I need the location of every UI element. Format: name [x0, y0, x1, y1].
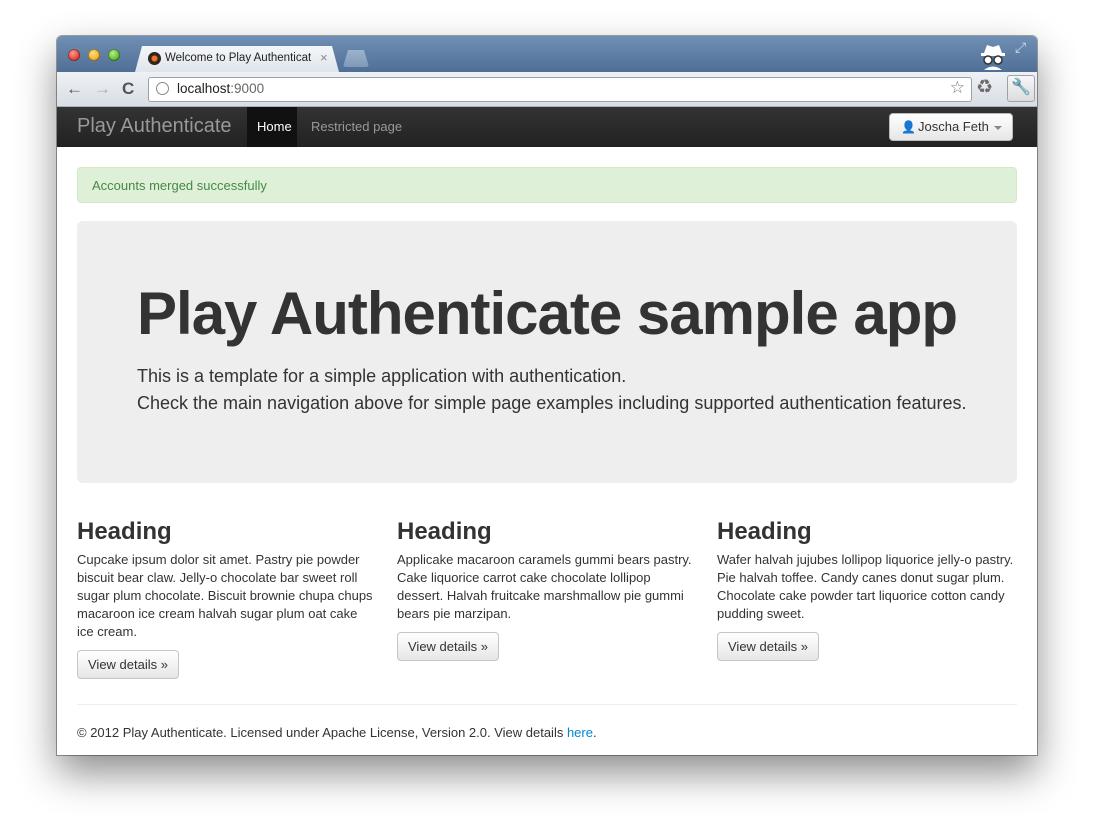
tab-title: Welcome to Play Authenticat — [165, 52, 312, 64]
hero-line-2: Check the main navigation above for simp… — [137, 393, 967, 413]
tab-close-icon[interactable]: × — [320, 50, 328, 65]
footer-link[interactable]: here — [567, 725, 593, 740]
window-maximize-button[interactable] — [108, 49, 120, 61]
window-minimize-button[interactable] — [88, 49, 100, 61]
browser-window: Welcome to Play Authenticat × ⤢ ← → C lo… — [57, 36, 1037, 755]
forward-arrow-icon[interactable]: → — [94, 79, 111, 99]
alert-text: Accounts merged successfully — [92, 178, 267, 193]
favicon-icon — [148, 52, 161, 65]
hero-unit: Play Authenticate sample app This is a t… — [77, 221, 1017, 483]
url-port: :9000 — [230, 81, 265, 96]
reload-icon[interactable]: C — [122, 79, 134, 99]
column-heading: Heading — [397, 518, 492, 545]
footer: © 2012 Play Authenticate. Licensed under… — [77, 725, 597, 740]
incognito-icon — [981, 45, 1005, 70]
tab-strip: Welcome to Play Authenticat × ⤢ — [57, 36, 1037, 72]
wrench-icon[interactable]: 🔧 — [1007, 75, 1035, 102]
column-2: Heading Applicake macaroon caramels gumm… — [397, 518, 697, 661]
column-text: Wafer halvah jujubes lollipop liquorice … — [717, 552, 1014, 621]
new-tab-button[interactable] — [343, 50, 369, 67]
expand-icon[interactable]: ⤢ — [1015, 39, 1026, 56]
footer-period: . — [592, 725, 597, 740]
column-1: Heading Cupcake ipsum dolor sit amet. Pa… — [77, 518, 377, 679]
back-arrow-icon[interactable]: ← — [66, 79, 83, 99]
browser-tab[interactable]: Welcome to Play Authenticat × — [135, 46, 339, 72]
extension-icon[interactable]: ♻ — [976, 76, 993, 99]
window-close-button[interactable] — [68, 49, 80, 61]
address-bar[interactable]: localhost:9000 ☆ — [148, 77, 972, 102]
user-icon: 👤 — [901, 120, 916, 134]
view-details-button[interactable]: View details » — [717, 632, 819, 661]
column-3: Heading Wafer halvah jujubes lollipop li… — [717, 518, 1017, 661]
nav-item-home[interactable]: Home — [257, 119, 292, 134]
view-details-button[interactable]: View details » — [397, 632, 499, 661]
browser-toolbar: ← → C localhost:9000 ☆ — [57, 72, 1037, 107]
url-text: localhost:9000 — [177, 81, 264, 96]
app-navbar: Play Authenticate Home Restricted page 👤… — [57, 107, 1037, 147]
globe-icon — [156, 82, 169, 95]
nav-item-restricted[interactable]: Restricted page — [311, 119, 402, 134]
column-heading: Heading — [77, 518, 172, 545]
footer-divider — [77, 704, 1017, 705]
column-text: Cupcake ipsum dolor sit amet. Pastry pie… — [77, 552, 373, 639]
column-text: Applicake macaroon caramels gummi bears … — [397, 552, 692, 621]
user-menu-button[interactable]: 👤 Joscha Feth — [889, 113, 1013, 141]
user-name: Joscha Feth — [918, 119, 989, 134]
column-heading: Heading — [717, 518, 812, 545]
hero-line-1: This is a template for a simple applicat… — [137, 366, 627, 386]
url-host: localhost — [177, 81, 231, 96]
success-alert: Accounts merged successfully — [77, 167, 1017, 203]
caret-down-icon — [994, 126, 1002, 130]
view-details-button[interactable]: View details » — [77, 650, 179, 679]
brand-link[interactable]: Play Authenticate — [77, 115, 232, 138]
hero-title: Play Authenticate sample app — [137, 280, 958, 347]
bookmark-star-icon[interactable]: ☆ — [950, 78, 965, 98]
footer-text: © 2012 Play Authenticate. Licensed under… — [77, 725, 567, 740]
